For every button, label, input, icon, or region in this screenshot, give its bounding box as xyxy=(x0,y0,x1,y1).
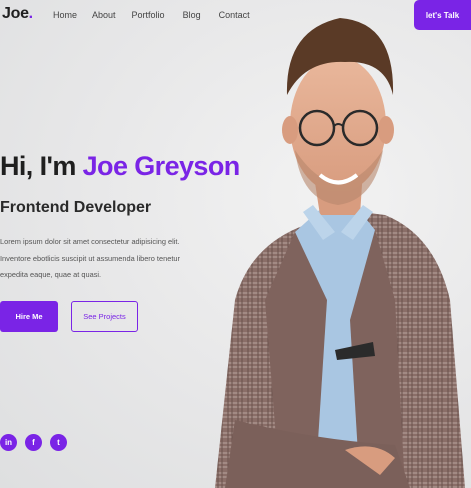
nav-about-link[interactable]: About xyxy=(92,10,116,20)
hire-me-button[interactable]: Hire Me xyxy=(0,301,58,332)
hero-greeting: Hi, I'm xyxy=(0,151,83,181)
hero-title: Hi, I'm Joe Greyson xyxy=(0,151,240,182)
facebook-icon[interactable]: f xyxy=(25,434,42,451)
nav-portfolio-link[interactable]: Portfolio xyxy=(132,10,165,20)
hero-name: Joe Greyson xyxy=(82,151,241,181)
nav-blog-link[interactable]: Blog xyxy=(183,10,201,20)
see-projects-button[interactable]: See Projects xyxy=(71,301,138,332)
linkedin-icon[interactable]: in xyxy=(0,434,17,451)
twitter-icon[interactable]: t xyxy=(50,434,67,451)
hero-description: Lorem ipsum dolor sit amet consectetur a… xyxy=(0,237,180,279)
site-logo[interactable]: Joe. xyxy=(2,5,33,23)
logo-dot: . xyxy=(28,5,33,22)
nav-contact-link[interactable]: Contact xyxy=(219,10,250,20)
nav-home-link[interactable]: Home xyxy=(53,10,77,20)
social-links: in f t xyxy=(0,434,67,451)
hero-portrait-image xyxy=(215,18,465,488)
hero-role: Frontend Developer xyxy=(0,199,152,216)
lets-talk-button[interactable]: let's Talk xyxy=(414,0,471,30)
main-nav: Home About Portfolio Blog Contact xyxy=(53,10,250,20)
logo-text: Joe xyxy=(2,5,29,22)
